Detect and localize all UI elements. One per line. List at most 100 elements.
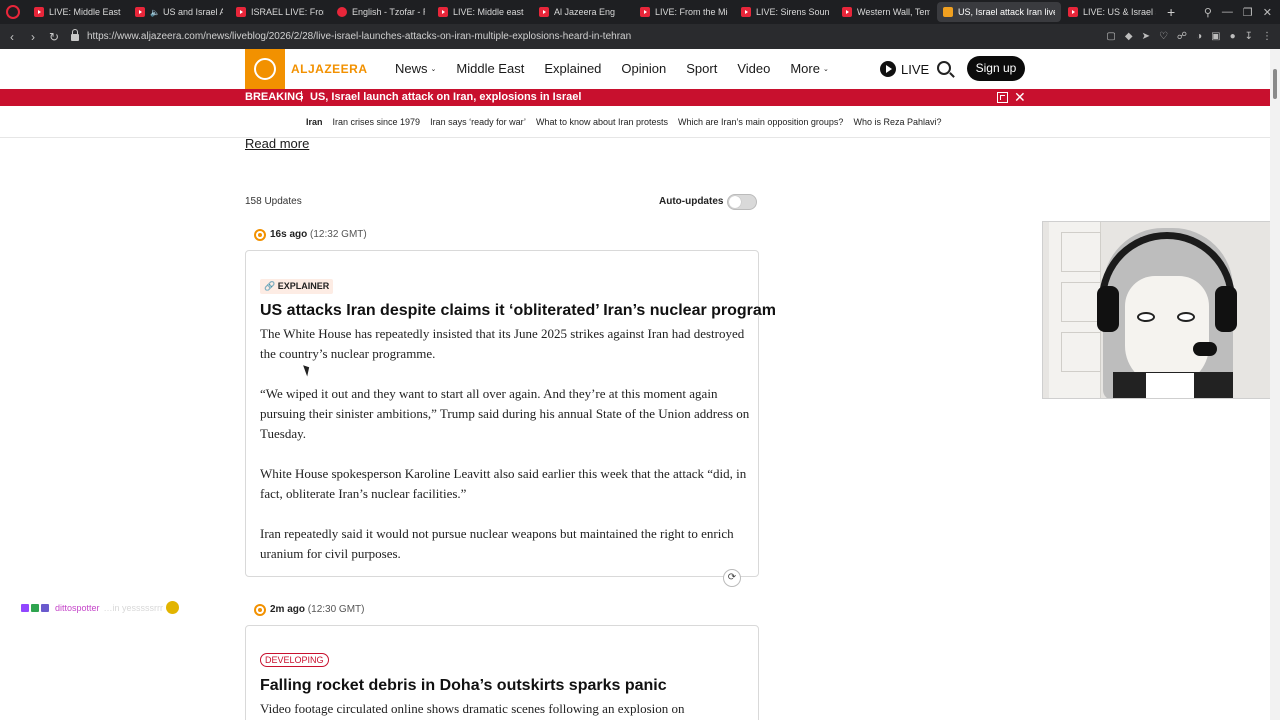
browser-tab[interactable]: LIVE: Sirens Sound [735, 2, 835, 22]
vpn-icon[interactable]: ◑ [1196, 31, 1202, 42]
close-window-icon[interactable]: ✕ [1263, 6, 1272, 19]
new-tab-icon[interactable]: + [1167, 4, 1175, 20]
nav-video[interactable]: Video [737, 61, 770, 76]
heart-icon[interactable]: ♡ [1159, 31, 1168, 42]
chat-message: dittospotter …in yesssssrrr [21, 601, 180, 614]
read-more-link[interactable]: Read more [245, 136, 309, 151]
topic-link[interactable]: Iran says ‘ready for war’ [430, 117, 526, 127]
post-paragraph: White House spokesperson Karoline Leavit… [260, 466, 747, 501]
youtube-icon [842, 7, 852, 17]
mod-badge-icon [41, 603, 49, 612]
snapshot-icon[interactable]: ▢ [1106, 31, 1115, 42]
auto-updates-label: Auto-updates [659, 196, 724, 207]
download-icon[interactable]: ↧ [1245, 31, 1253, 42]
shield-icon[interactable]: ◆ [1125, 31, 1133, 42]
browser-tab-active[interactable]: US, Israel attack Iran live: [937, 2, 1061, 22]
browser-tab[interactable]: LIVE: Middle east L [432, 2, 532, 22]
post-body: The White House has repeatedly insisted … [260, 324, 750, 584]
browser-tab[interactable]: English - Tzofar - R [331, 2, 431, 22]
browser-tab[interactable]: Western Wall, Temp [836, 2, 936, 22]
post-paragraph: The White House has repeatedly insisted … [260, 326, 745, 361]
liveblog-post-card: 🔗 EXPLAINER US attacks Iran despite clai… [245, 250, 776, 587]
site-header: ALJAZEERA News ⌄ Middle East Explained Op… [0, 49, 1270, 89]
aljazeera-logo-icon [254, 58, 276, 80]
menu-icon[interactable]: ⋮ [1262, 31, 1272, 42]
webcam-overlay [1042, 221, 1280, 399]
chat-text: …in yesssssrrr [103, 602, 164, 613]
cube-icon[interactable]: ▣ [1211, 31, 1220, 42]
expand-icon[interactable] [997, 92, 1008, 103]
browser-tab[interactable]: ISRAEL LIVE: From [230, 2, 330, 22]
youtube-icon [741, 7, 751, 17]
chat-username: dittospotter [55, 602, 100, 613]
browser-tab[interactable]: 🔈 US and Israel A [129, 2, 229, 22]
maximize-icon[interactable]: ❐ [1243, 6, 1253, 19]
scrollbar-thumb[interactable] [1273, 69, 1277, 99]
search-icon[interactable] [937, 61, 951, 75]
sign-up-button[interactable]: Sign up [967, 56, 1025, 81]
address-bar: ‹ › ↻ https://www.aljazeera.com/news/liv… [0, 24, 1280, 49]
youtube-icon [438, 7, 448, 17]
globe-icon [337, 7, 347, 17]
link-icon: 🔗 [264, 281, 276, 291]
timeline-dot [254, 229, 266, 241]
minimize-icon[interactable]: — [1222, 6, 1233, 18]
nav-news[interactable]: News ⌄ [395, 61, 436, 76]
timeline-dot [254, 604, 266, 616]
browser-tab[interactable]: LIVE: US & Israel st [1062, 2, 1162, 22]
breaking-separator: | [300, 90, 303, 102]
explainer-tag: 🔗 EXPLAINER [260, 279, 334, 294]
post-title[interactable]: US attacks Iran despite claims it ‘oblit… [260, 302, 776, 320]
url-field[interactable]: https://www.aljazeera.com/news/liveblog/… [87, 31, 1106, 42]
send-icon[interactable]: ➤ [1142, 31, 1150, 42]
post-paragraph: Iran repeatedly said it would not pursue… [260, 526, 734, 561]
breaking-headline[interactable]: US, Israel launch attack on Iran, explos… [310, 91, 581, 103]
reload-icon[interactable]: ↻ [45, 30, 63, 44]
browser-tab[interactable]: LIVE: From the Mid [634, 2, 734, 22]
post-timestamp: 2m ago (12:30 GMT) [270, 604, 365, 615]
liveblog-post-card: DEVELOPING Falling rocket debris in Doha… [245, 625, 759, 720]
auto-updates-toggle[interactable] [727, 194, 757, 210]
nav-more[interactable]: More ⌄ [790, 61, 829, 76]
vip-badge-icon [31, 603, 39, 612]
emote-icon [166, 601, 180, 614]
topic-link[interactable]: What to know about Iran protests [536, 117, 668, 127]
nav-middle-east[interactable]: Middle East [456, 61, 524, 76]
page-scrollbar[interactable] [1270, 49, 1280, 720]
extensions-icon[interactable]: ☍ [1177, 31, 1187, 42]
post-title[interactable]: Falling rocket debris in Doha’s outskirt… [260, 677, 667, 695]
topic-link[interactable]: Which are Iran’s main opposition groups? [678, 117, 843, 127]
youtube-icon [34, 7, 44, 17]
aljazeera-wordmark[interactable]: ALJAZEERA [291, 62, 368, 76]
chevron-down-icon: ⌄ [822, 65, 829, 73]
share-icon[interactable]: ⟳ [723, 569, 741, 587]
profile-icon[interactable]: ● [1230, 31, 1236, 42]
nav-opinion[interactable]: Opinion [621, 61, 666, 76]
nav-sport[interactable]: Sport [686, 61, 717, 76]
forward-icon[interactable]: › [24, 30, 42, 44]
browser-tab[interactable]: Al Jazeera Eng [533, 2, 633, 22]
nav-explained[interactable]: Explained [544, 61, 601, 76]
opera-menu-icon[interactable] [6, 5, 20, 19]
topic-link[interactable]: Iran crises since 1979 [333, 117, 421, 127]
breaking-banner[interactable]: BREAKING | US, Israel launch attack on I… [0, 89, 1270, 106]
post-timestamp: 16s ago (12:32 GMT) [270, 229, 367, 240]
post-paragraph: Video footage circulated online shows dr… [260, 701, 685, 716]
speaker-icon[interactable]: 🔈 [150, 8, 160, 17]
back-icon[interactable]: ‹ [3, 30, 21, 44]
browser-tab[interactable]: LIVE: Middle East re [28, 2, 128, 22]
developing-tag: DEVELOPING [260, 653, 329, 667]
aljazeera-logo[interactable] [245, 49, 285, 89]
search-tabs-icon[interactable]: ⚲ [1204, 6, 1212, 19]
door [1049, 222, 1101, 398]
lock-icon[interactable] [71, 29, 79, 41]
aljazeera-icon [943, 7, 953, 17]
youtube-icon [640, 7, 650, 17]
updates-count: 158 Updates [245, 196, 302, 207]
topics-bar: Iran Iran crises since 1979 Iran says ‘r… [0, 106, 1270, 138]
youtube-icon [539, 7, 549, 17]
topic-link[interactable]: Iran [306, 117, 323, 127]
live-button[interactable]: LIVE [880, 61, 929, 77]
close-icon[interactable]: ✕ [1014, 89, 1026, 106]
topic-link[interactable]: Who is Reza Pahlavi? [853, 117, 941, 127]
